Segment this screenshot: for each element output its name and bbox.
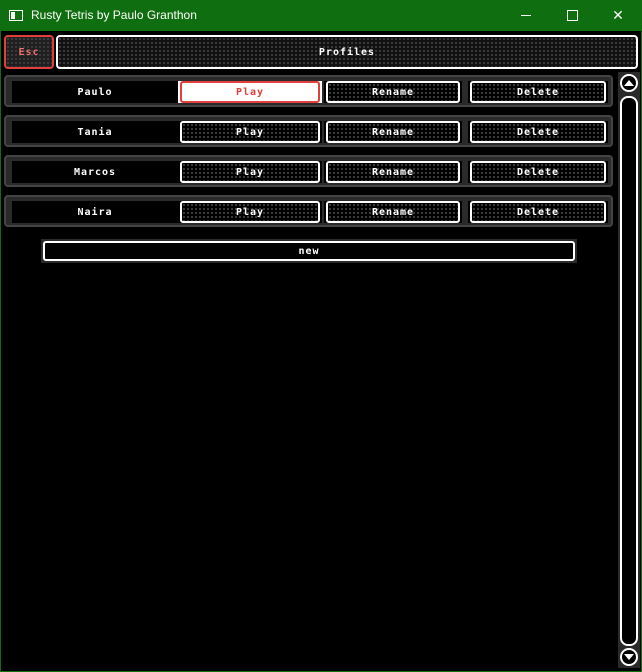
play-label: Play — [235, 166, 265, 178]
play-label: Play — [235, 126, 265, 138]
rename-label: Rename — [371, 166, 415, 178]
close-button[interactable]: ✕ — [595, 0, 641, 31]
esc-button[interactable]: Esc — [4, 35, 54, 69]
rename-label: Rename — [371, 126, 415, 138]
scroll-up-button[interactable] — [620, 74, 638, 92]
scroll-thumb[interactable] — [620, 96, 638, 646]
play-label: Play — [235, 206, 265, 218]
delete-button[interactable]: Delete — [468, 81, 608, 103]
delete-label: Delete — [516, 86, 560, 98]
page-title-bar: Profiles — [56, 35, 638, 69]
window-title: Rusty Tetris by Paulo Granthon — [31, 8, 197, 22]
delete-button[interactable]: Delete — [468, 201, 608, 223]
rename-label: Rename — [371, 86, 415, 98]
play-button[interactable]: Play — [178, 201, 322, 223]
profile-name: Tania — [12, 121, 178, 143]
minimize-button[interactable] — [503, 0, 549, 31]
delete-label: Delete — [516, 166, 560, 178]
rename-label: Rename — [371, 206, 415, 218]
profile-row: Tania Play Rename Delete — [4, 115, 613, 147]
profile-row: Marcos Play Rename Delete — [4, 155, 613, 187]
app-icon — [9, 10, 23, 21]
play-button[interactable]: Play — [178, 161, 322, 183]
title-bar: Rusty Tetris by Paulo Granthon ✕ — [0, 0, 642, 31]
new-profile-label: new — [298, 245, 320, 257]
rename-button[interactable]: Rename — [324, 81, 462, 103]
profile-row: Paulo Play Rename Delete — [4, 75, 613, 107]
close-icon: ✕ — [612, 7, 624, 24]
rename-button[interactable]: Rename — [324, 121, 462, 143]
delete-label: Delete — [516, 206, 560, 218]
scrollbar[interactable] — [618, 72, 640, 668]
maximize-icon — [566, 10, 578, 21]
play-button[interactable]: Play — [178, 121, 322, 143]
new-profile-button[interactable]: new — [41, 239, 577, 263]
minimize-icon — [521, 15, 531, 16]
delete-button[interactable]: Delete — [468, 121, 608, 143]
rename-button[interactable]: Rename — [324, 161, 462, 183]
scroll-down-button[interactable] — [620, 648, 638, 666]
chevron-down-icon — [624, 654, 634, 660]
profile-name: Marcos — [12, 161, 178, 183]
play-label: Play — [235, 86, 265, 98]
profile-name: Naira — [12, 201, 178, 223]
profile-name: Paulo — [12, 81, 178, 103]
rename-button[interactable]: Rename — [324, 201, 462, 223]
maximize-button[interactable] — [549, 0, 595, 31]
chevron-up-icon — [624, 80, 634, 86]
play-button[interactable]: Play — [178, 81, 322, 103]
delete-label: Delete — [516, 126, 560, 138]
page-title: Profiles — [318, 46, 376, 58]
delete-button[interactable]: Delete — [468, 161, 608, 183]
esc-label: Esc — [18, 46, 40, 58]
profile-row: Naira Play Rename Delete — [4, 195, 613, 227]
